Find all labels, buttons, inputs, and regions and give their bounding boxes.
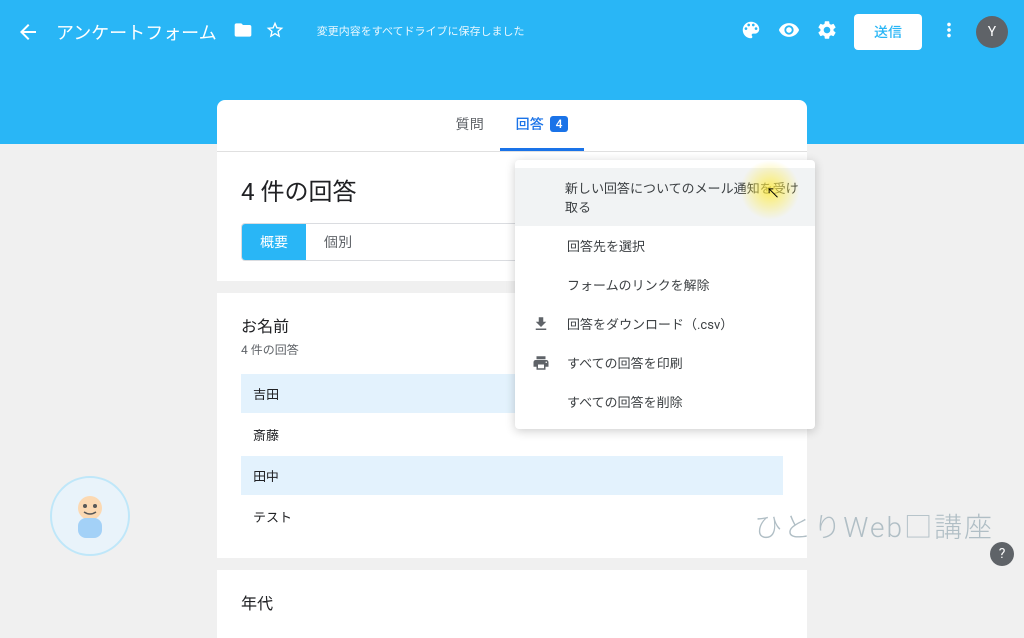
answer-row: 田中 bbox=[241, 456, 783, 495]
watermark-text: ひとりWeb□講座 bbox=[754, 506, 994, 546]
save-status: 変更内容をすべてドライブに保存しました bbox=[317, 25, 525, 39]
cursor-icon: ↖ bbox=[766, 183, 780, 203]
header-right: 送信 Y bbox=[740, 14, 1008, 50]
help-icon[interactable]: ? bbox=[990, 542, 1014, 566]
menu-label: 回答をダウンロード（.csv） bbox=[567, 314, 733, 333]
menu-label: フォームのリンクを解除 bbox=[567, 275, 710, 294]
send-button[interactable]: 送信 bbox=[854, 14, 922, 50]
menu-unlink-form[interactable]: フォームのリンクを解除 bbox=[515, 265, 815, 304]
menu-label: 回答先を選択 bbox=[567, 236, 645, 255]
palette-icon[interactable] bbox=[740, 19, 762, 45]
folder-icon[interactable] bbox=[233, 20, 253, 44]
tab-label: 回答 bbox=[516, 114, 544, 134]
form-title[interactable]: アンケートフォーム bbox=[56, 19, 217, 45]
menu-select-destination[interactable]: 回答先を選択 bbox=[515, 226, 815, 265]
back-arrow-icon[interactable] bbox=[16, 20, 40, 44]
menu-label: すべての回答を削除 bbox=[567, 392, 683, 411]
more-icon[interactable] bbox=[938, 19, 960, 45]
menu-delete-responses[interactable]: すべての回答を削除 bbox=[515, 382, 815, 421]
header-left: アンケートフォーム 変更内容をすべてドライブに保存しました bbox=[16, 19, 525, 45]
question-card-age: 年代 bbox=[217, 570, 807, 638]
answer-row: テスト bbox=[241, 497, 783, 536]
menu-label: 新しい回答についてのメール通知を受け取る bbox=[565, 178, 799, 216]
print-icon bbox=[531, 354, 551, 372]
responses-count-badge: 4 bbox=[550, 116, 569, 132]
tab-questions[interactable]: 質問 bbox=[440, 100, 500, 151]
download-icon bbox=[531, 315, 551, 333]
settings-icon[interactable] bbox=[816, 19, 838, 45]
header-icons-left bbox=[233, 20, 285, 44]
toggle-summary[interactable]: 概要 bbox=[242, 224, 306, 260]
menu-print-responses[interactable]: すべての回答を印刷 bbox=[515, 343, 815, 382]
tab-label: 質問 bbox=[456, 114, 484, 134]
menu-label: すべての回答を印刷 bbox=[567, 353, 683, 372]
question-title: 年代 bbox=[241, 590, 783, 614]
tab-responses[interactable]: 回答 4 bbox=[500, 100, 585, 151]
star-icon[interactable] bbox=[265, 20, 285, 44]
preview-icon[interactable] bbox=[778, 19, 800, 45]
app-header: アンケートフォーム 変更内容をすべてドライブに保存しました 送信 Y bbox=[0, 0, 1024, 64]
tabs-bar: 質問 回答 4 bbox=[217, 100, 807, 152]
toggle-individual[interactable]: 個別 bbox=[306, 224, 370, 260]
presenter-avatar bbox=[50, 476, 130, 556]
menu-download-csv[interactable]: 回答をダウンロード（.csv） bbox=[515, 304, 815, 343]
user-avatar[interactable]: Y bbox=[976, 16, 1008, 48]
